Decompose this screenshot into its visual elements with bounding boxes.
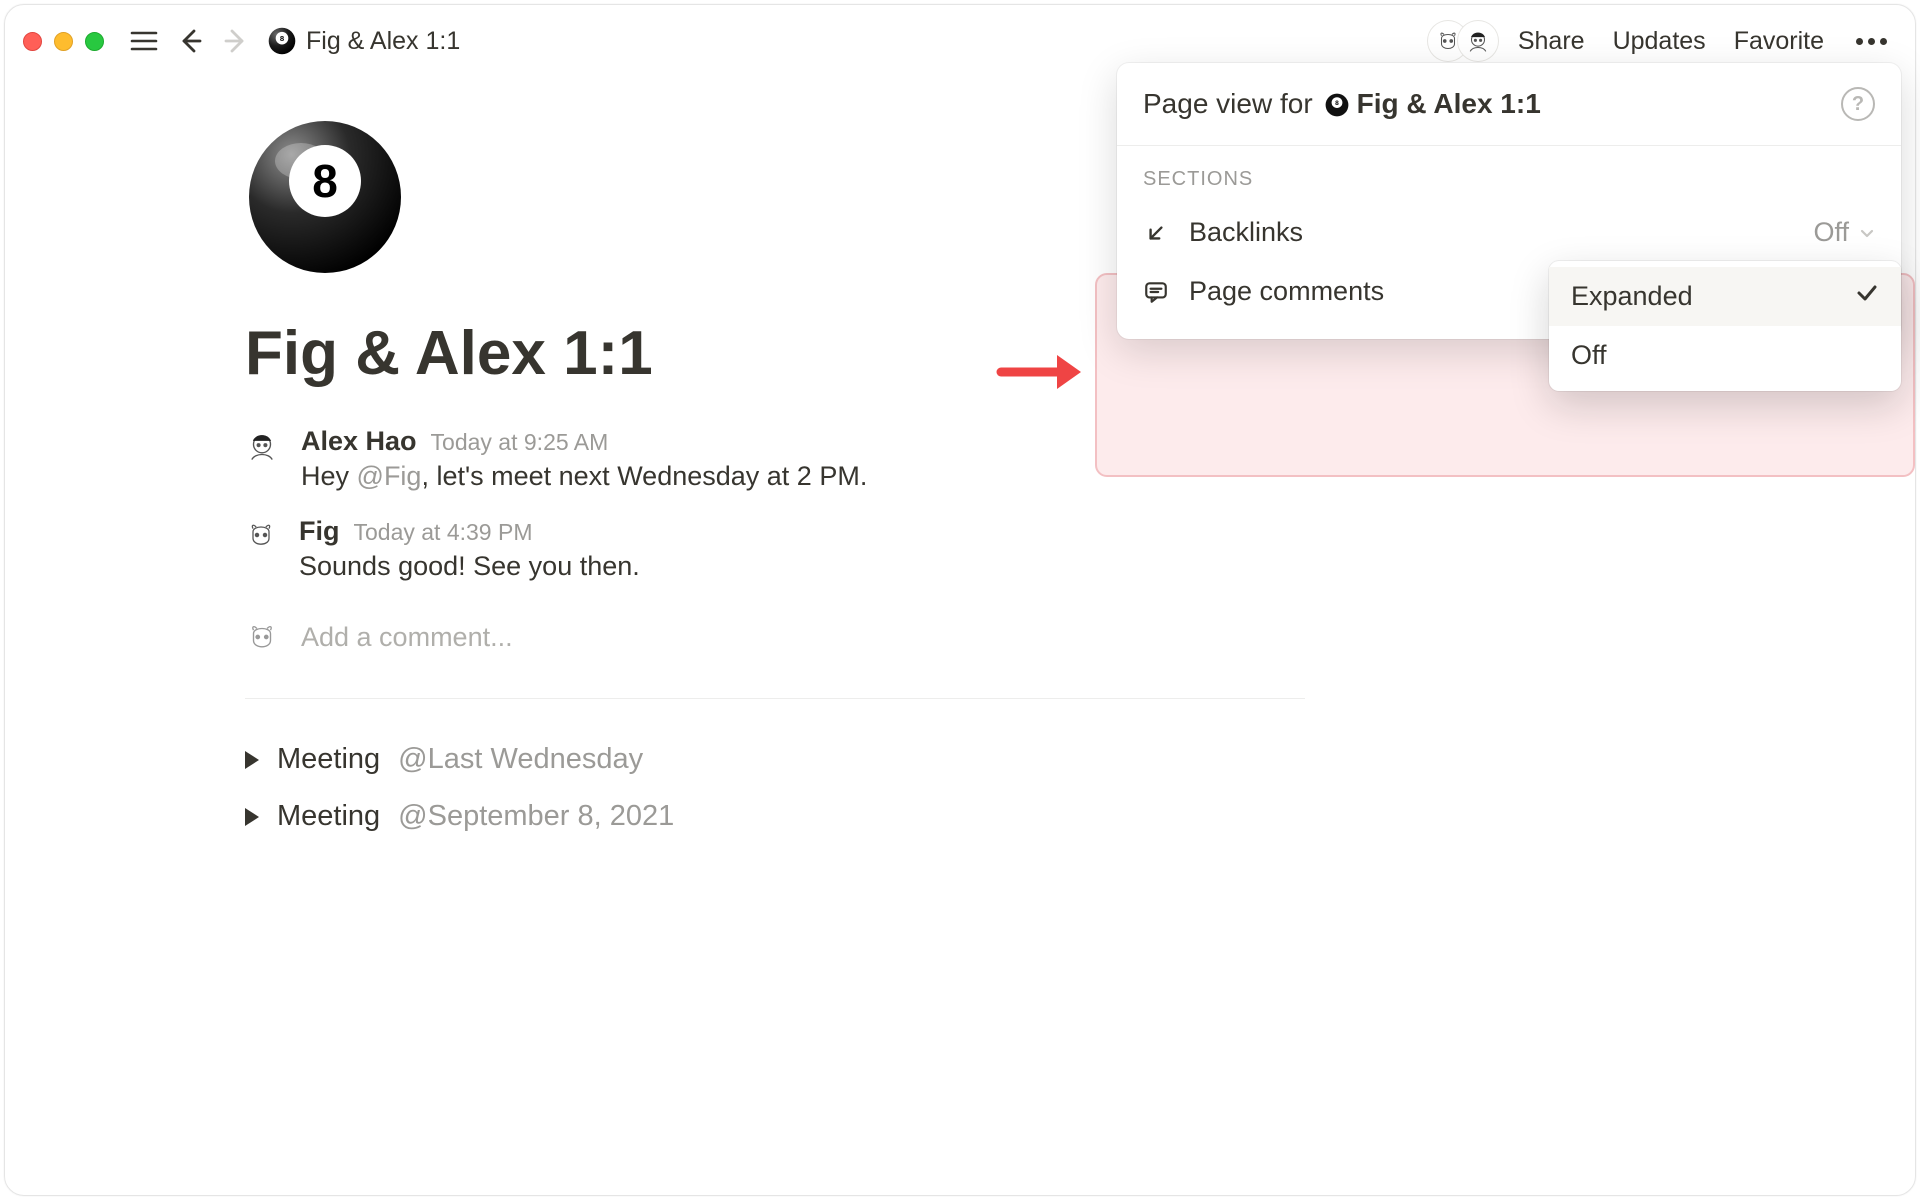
- mention[interactable]: @Fig: [357, 461, 422, 491]
- toggle-block[interactable]: Meeting @Last Wednesday: [245, 743, 1305, 776]
- comment-author: Fig: [299, 516, 340, 547]
- comment-text-fragment: Sounds good! See you then.: [299, 551, 640, 581]
- comment-text-fragment: Hey: [301, 461, 357, 491]
- more-menu-button[interactable]: [1852, 38, 1887, 45]
- presence-avatars[interactable]: [1428, 21, 1498, 61]
- eightball-icon: 8: [1325, 92, 1349, 116]
- topbar-actions: Share Updates Favorite: [1518, 27, 1887, 56]
- toggle-label: Meeting: [277, 800, 380, 833]
- date-mention[interactable]: @September 8, 2021: [398, 800, 674, 833]
- favorite-button[interactable]: Favorite: [1734, 27, 1824, 56]
- comment-time: Today at 9:25 AM: [431, 429, 609, 456]
- add-comment-placeholder: Add a comment...: [301, 622, 513, 653]
- window-close-button[interactable]: [23, 32, 42, 51]
- callout-arrow-icon: [999, 351, 1085, 393]
- toggle-triangle-icon[interactable]: [245, 808, 259, 826]
- nav-forward-button[interactable]: [216, 21, 256, 61]
- toggle-triangle-icon[interactable]: [245, 751, 259, 769]
- dropdown-option-label: Expanded: [1571, 281, 1693, 312]
- app-window: 8 Fig & Alex 1:1: [4, 4, 1916, 1196]
- nav-back-button[interactable]: [170, 21, 210, 61]
- updates-button[interactable]: Updates: [1613, 27, 1706, 56]
- popover-section-label: SECTIONS: [1117, 146, 1901, 203]
- comment-author: Alex Hao: [301, 426, 417, 457]
- avatar-fig: [245, 620, 279, 654]
- window-controls: [23, 32, 104, 51]
- dropdown-option-label: Off: [1571, 340, 1607, 371]
- backlinks-value: Off: [1813, 217, 1849, 248]
- breadcrumb[interactable]: 8 Fig & Alex 1:1: [268, 27, 460, 56]
- dropdown-option-expanded[interactable]: Expanded: [1549, 267, 1901, 326]
- chevron-down-icon: [1859, 217, 1875, 248]
- eightball-icon: 8: [268, 27, 296, 55]
- comment-text: Sounds good! See you then.: [299, 551, 1305, 582]
- avatar-fig: [245, 519, 277, 551]
- comment-time: Today at 4:39 PM: [354, 519, 533, 546]
- breadcrumb-title: Fig & Alex 1:1: [306, 27, 460, 56]
- popover-page-title: Fig & Alex 1:1: [1357, 88, 1541, 120]
- sidebar-toggle-button[interactable]: [124, 21, 164, 61]
- divider: [245, 698, 1305, 699]
- avatar-alex: [245, 429, 279, 463]
- page-comments-dropdown: Expanded Off: [1549, 261, 1901, 391]
- dropdown-option-off[interactable]: Off: [1549, 326, 1901, 385]
- backlinks-row[interactable]: Backlinks Off: [1117, 203, 1901, 262]
- window-minimize-button[interactable]: [54, 32, 73, 51]
- page-icon[interactable]: 8: [245, 117, 405, 277]
- toggle-block[interactable]: Meeting @September 8, 2021: [245, 800, 1305, 833]
- svg-text:8: 8: [1335, 100, 1339, 107]
- help-icon[interactable]: ?: [1841, 87, 1875, 121]
- comment-item: Fig Today at 4:39 PM Sounds good! See yo…: [245, 516, 1305, 582]
- comments-icon: [1143, 279, 1169, 305]
- popover-header-prefix: Page view for: [1143, 88, 1313, 120]
- add-comment-input[interactable]: Add a comment...: [245, 620, 1305, 654]
- toggle-label: Meeting: [277, 743, 380, 776]
- share-button[interactable]: Share: [1518, 27, 1585, 56]
- avatar-alex: [1458, 21, 1498, 61]
- page-comments-label: Page comments: [1189, 276, 1384, 307]
- comment-text-fragment: , let's meet next Wednesday at 2 PM.: [421, 461, 867, 491]
- svg-text:8: 8: [312, 155, 338, 207]
- backlinks-icon: [1143, 220, 1169, 246]
- popover-header: Page view for 8 Fig & Alex 1:1 ?: [1117, 63, 1901, 146]
- svg-text:8: 8: [280, 34, 285, 43]
- date-mention[interactable]: @Last Wednesday: [398, 743, 643, 776]
- meetings-list: Meeting @Last Wednesday Meeting @Septemb…: [245, 743, 1305, 833]
- check-icon: [1855, 281, 1879, 312]
- backlinks-label: Backlinks: [1189, 217, 1303, 248]
- window-zoom-button[interactable]: [85, 32, 104, 51]
